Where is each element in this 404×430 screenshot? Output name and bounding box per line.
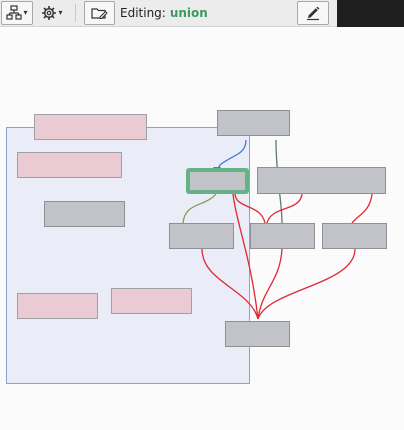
open-file-button[interactable] <box>84 1 115 25</box>
graph-canvas[interactable] <box>0 27 404 430</box>
edge-wide-to-m3 <box>351 193 373 224</box>
graph-node[interactable] <box>44 201 125 227</box>
graph-node[interactable] <box>17 152 122 178</box>
graph-node[interactable] <box>225 321 290 347</box>
chevron-down-icon: ▾ <box>58 8 63 17</box>
selected-graph-node[interactable] <box>186 168 249 194</box>
pencil-icon <box>307 6 320 21</box>
graph-node[interactable] <box>169 223 234 249</box>
edge-m3-to-bottom <box>257 248 356 320</box>
layout-dropdown-button[interactable]: ▾ <box>1 1 33 25</box>
graph-node[interactable] <box>217 110 290 136</box>
edge-m2-to-bottom <box>257 248 283 320</box>
graph-node[interactable] <box>250 223 315 249</box>
graph-node[interactable] <box>111 288 192 314</box>
edge-top-to-active <box>216 139 247 171</box>
edge-active-to-m2 <box>234 193 266 224</box>
dark-panel <box>337 0 404 27</box>
toolbar: ▾ ▾ Editing: union <box>0 0 404 27</box>
editing-label: Editing: <box>120 6 166 20</box>
chevron-down-icon: ▾ <box>23 8 28 17</box>
edge-m1-to-bottom <box>201 248 259 320</box>
toolbar-divider <box>75 4 76 22</box>
edge-wide-to-m2 <box>266 193 303 224</box>
edge-active-to-m1 <box>182 193 217 224</box>
editing-status: Editing: union <box>120 0 208 26</box>
gear-icon <box>42 6 57 20</box>
edit-button[interactable] <box>297 1 329 25</box>
graph-node[interactable] <box>17 293 98 319</box>
editing-value: union <box>169 6 208 20</box>
graph-node[interactable] <box>34 114 147 140</box>
hierarchy-icon <box>6 5 23 20</box>
settings-dropdown-button[interactable]: ▾ <box>36 1 68 25</box>
graph-node[interactable] <box>257 167 386 194</box>
graph-node[interactable] <box>322 223 387 249</box>
folder-edit-icon <box>91 8 108 19</box>
